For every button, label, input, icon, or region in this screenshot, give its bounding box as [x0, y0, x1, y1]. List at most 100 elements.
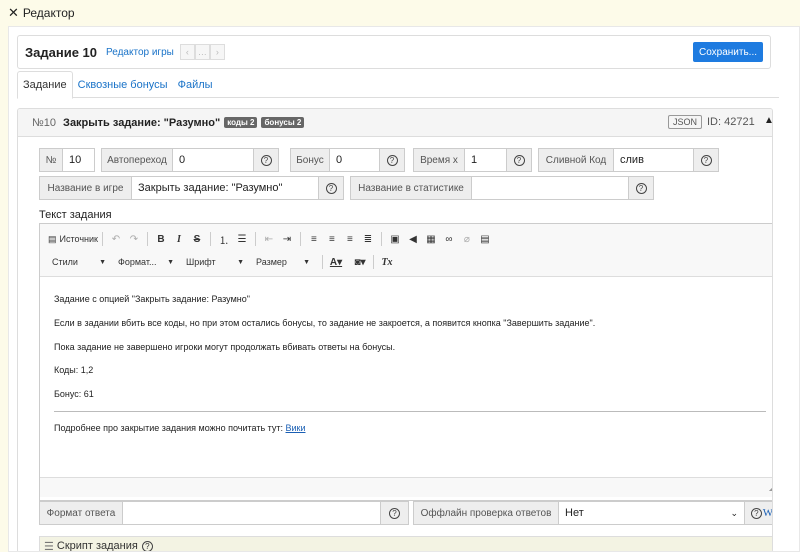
merge-code-group: Сливной Код слив ?: [538, 148, 719, 172]
content-paragraph: Пока задание не завершено игроки могут п…: [54, 342, 396, 352]
bonuses-badge: бонусы 2: [261, 117, 305, 128]
tab-task[interactable]: Задание: [17, 71, 73, 99]
offline-check-help-button[interactable]: ? W: [745, 501, 772, 525]
format-label: Формат...: [118, 257, 157, 267]
merge-code-help-button[interactable]: ?: [694, 148, 719, 172]
font-dropdown[interactable]: Шрифт ▼: [182, 254, 248, 270]
next-task-button[interactable]: ›: [209, 44, 225, 60]
answer-format-label: Формат ответа: [39, 501, 123, 525]
save-button[interactable]: Сохранить...: [692, 42, 763, 62]
image-icon[interactable]: ▣: [386, 230, 404, 248]
codes-badge: коды 2: [224, 117, 258, 128]
page-title: Задание 10: [25, 44, 98, 60]
bulleted-list-icon[interactable]: ☰: [233, 230, 251, 248]
format-dropdown[interactable]: Формат... ▼: [114, 254, 178, 270]
unlink-icon[interactable]: ⌀: [458, 230, 476, 248]
help-icon[interactable]: ?: [141, 540, 153, 551]
tab-bar: Задание Сквозные бонусы Файлы: [17, 71, 779, 99]
merge-code-label: Сливной Код: [538, 148, 614, 172]
task-nav: ‹ … ›: [179, 44, 225, 60]
collapse-icon[interactable]: ▲: [764, 115, 772, 126]
toolbar-separator: [373, 255, 374, 269]
content-paragraph: Подробнее про закрытие задания можно поч…: [54, 423, 306, 433]
merge-code-field[interactable]: слив: [614, 148, 694, 172]
autojump-field[interactable]: 0: [173, 148, 254, 172]
time-field[interactable]: 1: [465, 148, 507, 172]
strikethrough-icon[interactable]: S: [188, 230, 206, 248]
numbered-list-icon[interactable]: ⒈: [215, 230, 233, 248]
chevron-down-icon: ▼: [237, 258, 244, 266]
styles-dropdown[interactable]: Стили ▼: [48, 254, 110, 270]
bonus-help-button[interactable]: ?: [380, 148, 405, 172]
drag-handle-icon[interactable]: ☰: [44, 540, 54, 552]
text-color-icon[interactable]: A▾: [327, 253, 345, 271]
autojump-help-button[interactable]: ?: [254, 148, 279, 172]
clear-format-icon[interactable]: Tx: [378, 253, 396, 271]
wiki-link[interactable]: Вики: [286, 423, 306, 433]
rich-text-editor: ▤ Источник ↶ ↷ B I S ⒈ ☰ ⇤ ⇥ ≡ ≡ ≡ ≣ ▣ ◀…: [39, 223, 772, 501]
outdent-icon[interactable]: ⇤: [260, 230, 278, 248]
size-dropdown[interactable]: Размер ▼: [252, 254, 314, 270]
toolbar-separator: [254, 232, 256, 246]
script-label: Скрипт задания: [56, 540, 138, 552]
size-label: Размер: [256, 257, 287, 267]
offline-check-select[interactable]: Нет ⌄: [559, 501, 745, 525]
align-justify-icon[interactable]: ≣: [359, 230, 377, 248]
resize-handle-icon[interactable]: ◢: [769, 483, 772, 492]
help-icon: ?: [700, 154, 712, 166]
audio-icon[interactable]: ◀: [404, 230, 422, 248]
time-group: Время x 1 ?: [413, 148, 532, 172]
background-color-icon[interactable]: ◙▾: [351, 253, 369, 271]
redo-icon[interactable]: ↷: [125, 230, 143, 248]
font-label: Шрифт: [186, 257, 216, 267]
script-help-icon: ?: [141, 541, 153, 551]
tab-global-bonuses[interactable]: Сквозные бонусы: [73, 71, 173, 99]
answer-format-group: Формат ответа ?: [39, 501, 409, 525]
help-icon: ?: [386, 154, 398, 166]
json-button[interactable]: JSON: [668, 115, 703, 129]
source-icon: ▤: [48, 233, 57, 244]
stat-name-group: Название в статистике ?: [350, 176, 654, 200]
close-icon[interactable]: ✕: [8, 5, 19, 21]
editor-content[interactable]: Задание с опцией "Закрыть задание: Разум…: [40, 277, 772, 477]
number-field[interactable]: 10: [63, 148, 95, 172]
task-id: ID: 42721: [707, 116, 755, 128]
autojump-label: Автопереход: [101, 148, 173, 172]
editor-window: ✕ Редактор Задание 10 Редактор игры ‹ … …: [0, 0, 800, 552]
indent-icon[interactable]: ⇥: [278, 230, 296, 248]
bold-icon[interactable]: B: [152, 230, 170, 248]
game-name-help-button[interactable]: ?: [319, 176, 344, 200]
italic-icon[interactable]: I: [170, 230, 188, 248]
time-help-button[interactable]: ?: [507, 148, 532, 172]
help-icon: ?: [635, 182, 647, 194]
align-center-icon[interactable]: ≡: [323, 230, 341, 248]
task-script-section[interactable]: ☰ Скрипт задания ?: [39, 536, 772, 552]
task-list-button[interactable]: …: [194, 44, 210, 60]
stat-name-field[interactable]: [472, 176, 629, 200]
undo-icon[interactable]: ↶: [107, 230, 125, 248]
link-icon[interactable]: ∞: [440, 230, 458, 248]
align-right-icon[interactable]: ≡: [341, 230, 359, 248]
content-paragraph: Коды: 1,2: [54, 365, 94, 375]
table-icon[interactable]: ▦: [422, 230, 440, 248]
answer-format-field[interactable]: [123, 501, 381, 525]
content-paragraph: Задание с опцией "Закрыть задание: Разум…: [54, 294, 250, 304]
toolbar-separator: [322, 255, 323, 269]
source-label: Источник: [59, 234, 98, 244]
spoiler-icon[interactable]: ▤: [476, 230, 494, 248]
task-title: Закрыть задание: "Разумно": [63, 116, 221, 129]
window-title: Редактор: [22, 6, 75, 20]
horizontal-rule: [54, 411, 766, 412]
prev-task-button[interactable]: ‹: [179, 44, 195, 60]
tab-files[interactable]: Файлы: [173, 71, 218, 99]
chevron-down-icon: ▼: [167, 258, 174, 266]
bonus-group: Бонус 0 ?: [290, 148, 405, 172]
source-button[interactable]: ▤ Источник: [48, 230, 98, 248]
game-name-field[interactable]: Закрыть задание: "Разумно": [132, 176, 319, 200]
game-editor-link[interactable]: Редактор игры: [106, 47, 174, 58]
align-left-icon[interactable]: ≡: [305, 230, 323, 248]
bonus-field[interactable]: 0: [330, 148, 380, 172]
stat-name-help-button[interactable]: ?: [629, 176, 654, 200]
answer-format-help-button[interactable]: ?: [381, 501, 409, 525]
content-paragraph: Если в задании вбить все коды, но при эт…: [54, 318, 596, 328]
